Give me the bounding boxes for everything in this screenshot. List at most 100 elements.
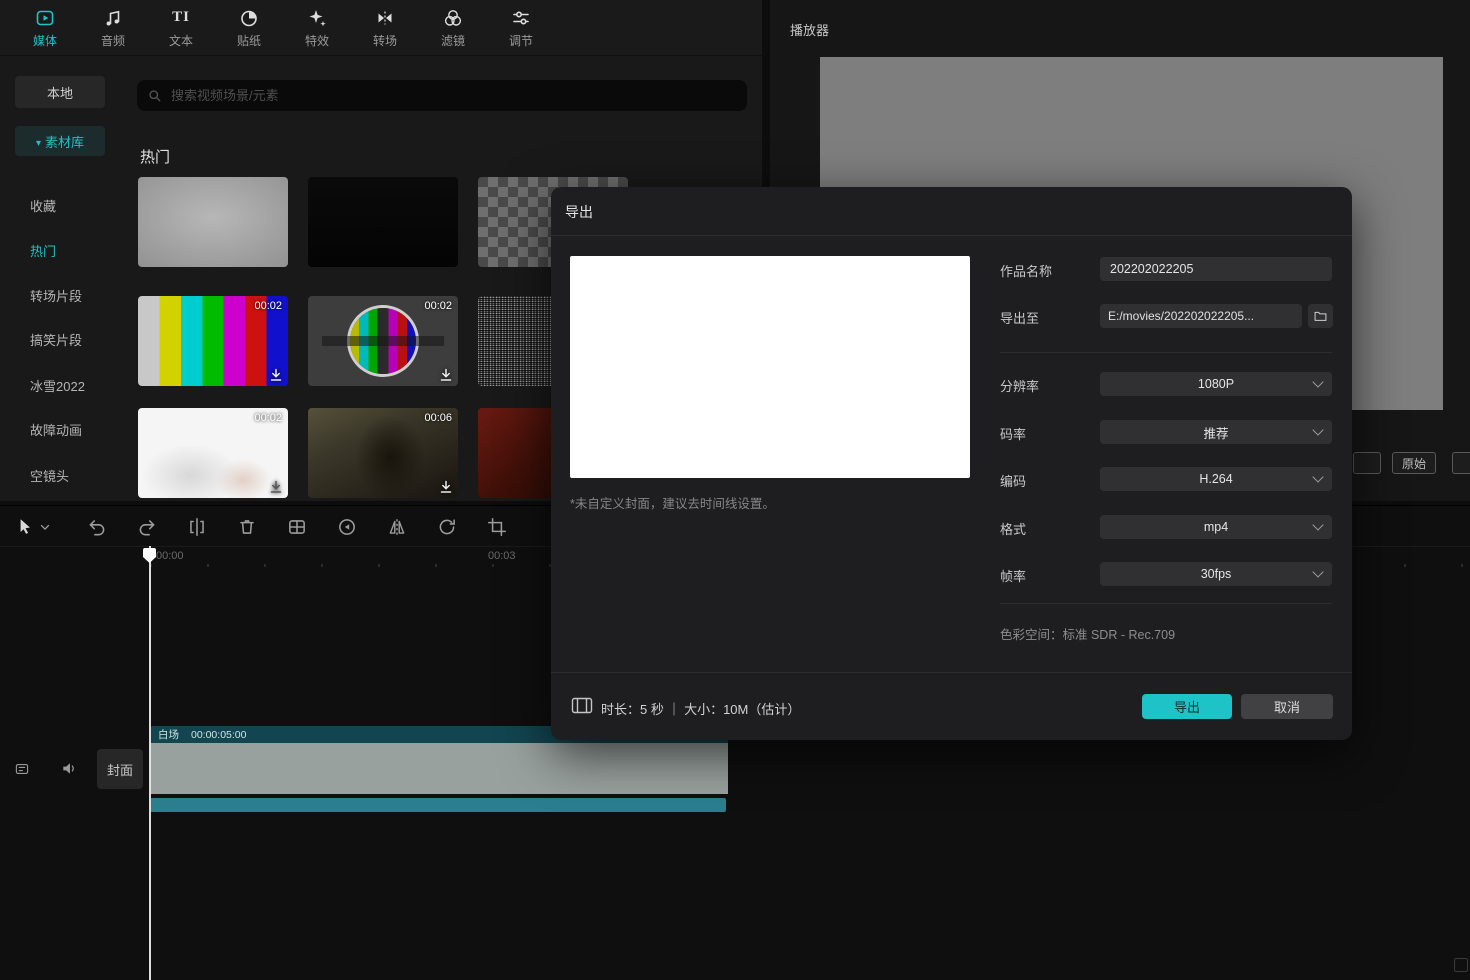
topbar-tab-filter[interactable]: 滤镜 xyxy=(431,7,475,49)
topbar-tab-label: 媒体 xyxy=(33,32,57,49)
download-icon[interactable] xyxy=(438,367,454,383)
caret-down-icon xyxy=(36,134,41,149)
search-icon xyxy=(147,88,162,103)
topbar-tab-effects[interactable]: 特效 xyxy=(295,7,339,49)
split-icon[interactable] xyxy=(186,516,208,538)
codec-select[interactable]: H.264 xyxy=(1100,467,1332,491)
bitrate-label: 码率 xyxy=(1000,424,1026,443)
topbar-tab-sticker[interactable]: 贴纸 xyxy=(227,7,271,49)
sidebar-item-favorites[interactable]: 收藏 xyxy=(0,190,118,220)
sticker-icon xyxy=(238,7,260,29)
media-thumbnail[interactable] xyxy=(138,177,288,267)
player-fit-button[interactable] xyxy=(1452,452,1470,474)
codec-label: 编码 xyxy=(1000,471,1026,490)
topbar-tab-label: 文本 xyxy=(169,32,193,49)
media-thumbnail[interactable]: 00:02 xyxy=(308,296,458,386)
duration-badge: 00:02 xyxy=(254,412,282,424)
download-icon[interactable] xyxy=(268,367,284,383)
freeze-frame-icon[interactable] xyxy=(286,516,308,538)
topbar-tab-transition[interactable]: 转场 xyxy=(363,7,407,49)
resolution-label: 分辨率 xyxy=(1000,376,1039,395)
media-thumbnail[interactable]: 00:02 xyxy=(138,296,288,386)
reverse-icon[interactable] xyxy=(336,516,358,538)
sidebar-item-library[interactable]: 素材库 xyxy=(15,126,105,156)
sidebar-item-funny-clips[interactable]: 搞笑片段 xyxy=(0,324,118,354)
film-icon xyxy=(571,697,593,714)
player-title: 播放器 xyxy=(790,20,829,39)
chevron-down-icon xyxy=(1312,471,1323,482)
select-value: 1080P xyxy=(1198,377,1234,391)
export-button[interactable]: 导出 xyxy=(1142,694,1232,719)
cover-button[interactable]: 封面 xyxy=(97,749,143,789)
track-clip-body[interactable] xyxy=(150,743,728,794)
export-meta: 时长：5 秒 ｜ 大小：10M（估计） xyxy=(601,699,800,718)
resize-handle-icon[interactable] xyxy=(1454,958,1468,972)
audio-icon xyxy=(102,7,124,29)
playhead-line[interactable] xyxy=(149,546,151,980)
resolution-select[interactable]: 1080P xyxy=(1100,372,1332,396)
divider xyxy=(1000,603,1332,604)
tool-dropdown-caret-icon[interactable] xyxy=(38,516,52,538)
search-bar[interactable] xyxy=(137,80,747,111)
divider xyxy=(551,235,1352,236)
select-tool-icon[interactable] xyxy=(14,516,36,538)
sidebar-item-transition-clips[interactable]: 转场片段 xyxy=(0,280,118,310)
topbar-tab-adjust[interactable]: 调节 xyxy=(499,7,543,49)
browse-folder-button[interactable] xyxy=(1308,304,1333,328)
mirror-icon[interactable] xyxy=(386,516,408,538)
redo-icon[interactable] xyxy=(136,516,158,538)
framerate-select[interactable]: 30fps xyxy=(1100,562,1332,586)
topbar-tab-media[interactable]: 媒体 xyxy=(23,7,67,49)
player-quality-button[interactable] xyxy=(1353,452,1381,474)
playhead-handle[interactable] xyxy=(143,548,156,563)
cancel-button[interactable]: 取消 xyxy=(1241,694,1333,719)
download-icon[interactable] xyxy=(438,479,454,495)
topbar-tab-label: 音频 xyxy=(101,32,125,49)
framerate-label: 帧率 xyxy=(1000,566,1026,585)
mute-speaker-icon[interactable] xyxy=(60,759,79,778)
track-options-icon[interactable] xyxy=(14,761,30,777)
topbar-tab-label: 滤镜 xyxy=(441,32,465,49)
track-label: 白场 xyxy=(158,727,179,742)
filter-icon xyxy=(442,7,464,29)
download-icon[interactable] xyxy=(268,479,284,495)
topbar-tab-label: 转场 xyxy=(373,32,397,49)
duration-badge: 00:02 xyxy=(254,300,282,312)
select-value: 推荐 xyxy=(1203,423,1228,442)
name-input[interactable] xyxy=(1100,257,1332,281)
sidebar-item-glitch[interactable]: 故障动画 xyxy=(0,414,118,444)
select-value: 30fps xyxy=(1201,567,1232,581)
path-label: 导出至 xyxy=(1000,308,1039,327)
track-audio-strip[interactable] xyxy=(150,798,726,812)
format-select[interactable]: mp4 xyxy=(1100,515,1332,539)
cover-preview[interactable] xyxy=(570,256,970,478)
search-input[interactable] xyxy=(169,87,737,104)
cover-note: *未自定义封面，建议去时间线设置。 xyxy=(570,493,775,512)
player-original-button[interactable]: 原始 xyxy=(1392,452,1436,474)
chevron-down-icon xyxy=(1312,519,1323,530)
dialog-title: 导出 xyxy=(565,202,593,222)
topbar-tab-text[interactable]: TI 文本 xyxy=(159,7,203,49)
sidebar-item-local[interactable]: 本地 xyxy=(15,76,105,108)
crop-icon[interactable] xyxy=(486,516,508,538)
sidebar-item-hot[interactable]: 热门 xyxy=(0,235,118,265)
chevron-down-icon xyxy=(1312,376,1323,387)
media-thumbnail[interactable]: 00:02 xyxy=(138,408,288,498)
rotate-icon[interactable] xyxy=(436,516,458,538)
chevron-down-icon xyxy=(1312,566,1323,577)
topbar-tab-audio[interactable]: 音频 xyxy=(91,7,135,49)
media-thumbnail[interactable]: 00:06 xyxy=(308,408,458,498)
export-path-value[interactable]: E:/movies/202202022205... xyxy=(1100,304,1302,328)
topbar-tab-label: 特效 xyxy=(305,32,329,49)
sidebar-item-ice-snow[interactable]: 冰雪2022 xyxy=(0,370,118,400)
folder-icon xyxy=(1314,310,1327,322)
effects-icon xyxy=(306,7,328,29)
name-label: 作品名称 xyxy=(1000,261,1052,280)
bitrate-select[interactable]: 推荐 xyxy=(1100,420,1332,444)
undo-icon[interactable] xyxy=(86,516,108,538)
duration-badge: 00:06 xyxy=(424,412,452,424)
sidebar-item-empty-shot[interactable]: 空镜头 xyxy=(0,460,118,490)
media-thumbnail[interactable] xyxy=(308,177,458,267)
duration-badge: 00:02 xyxy=(424,300,452,312)
delete-icon[interactable] xyxy=(236,516,258,538)
